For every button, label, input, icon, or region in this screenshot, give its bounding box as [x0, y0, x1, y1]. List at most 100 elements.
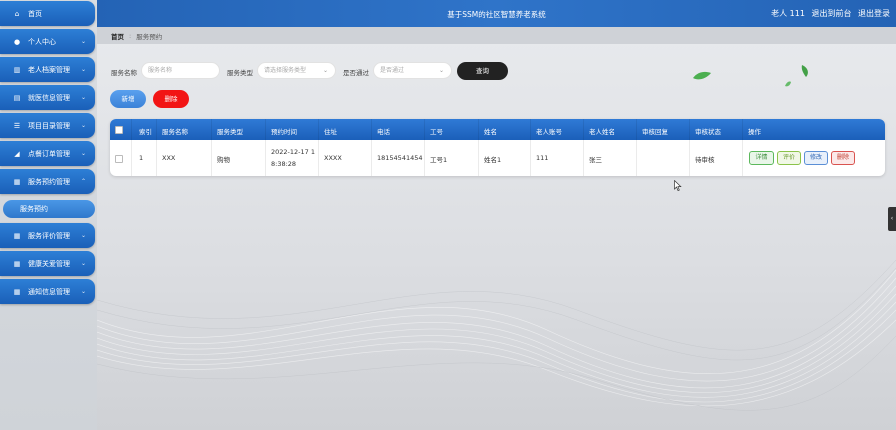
breadcrumb: 首页 : 服务预约 [97, 27, 896, 44]
sidebar-item-project-catalog[interactable]: ☰ 项目目录管理 ⌄ [0, 113, 95, 138]
grid-icon: ▦ [13, 177, 21, 186]
sidebar-item-notifications[interactable]: ▦ 通知信息管理 ⌄ [0, 279, 95, 304]
detail-button[interactable]: 详情 [749, 151, 774, 165]
chevron-down-icon: ⌄ [80, 232, 86, 239]
leaf-icon [801, 65, 808, 77]
cell-index: 1 [139, 154, 144, 162]
grid-icon: ▦ [13, 259, 21, 268]
add-button[interactable]: 新增 [110, 90, 146, 108]
chevron-down-icon: ⌄ [80, 288, 86, 295]
cell-staff-name: 姓名1 [484, 156, 502, 164]
column-divider [636, 119, 637, 176]
leaf-icon [785, 81, 791, 87]
chevron-up-icon: ⌃ [80, 178, 86, 185]
service-name-placeholder: 服务名称 [148, 67, 173, 74]
sidebar-item-health-care[interactable]: ▦ 健康关爱管理 ⌄ [0, 251, 95, 276]
cell-elder-account: 111 [536, 154, 549, 162]
search-button[interactable]: 查询 [457, 62, 508, 80]
sidebar-item-meal-orders[interactable]: ◢ 点餐订单管理 ⌄ [0, 141, 95, 166]
service-type-placeholder: 请选择服务类型 [264, 67, 307, 74]
is-approved-placeholder: 是否通过 [380, 67, 405, 74]
select-all-checkbox[interactable] [115, 126, 123, 134]
cell-staff-no: 工号1 [430, 156, 448, 164]
column-header: 索引 [139, 128, 152, 136]
grid-icon: ▦ [13, 231, 21, 240]
chevron-down-icon: ⌄ [322, 67, 328, 74]
column-divider [131, 119, 132, 176]
column-divider [318, 119, 319, 176]
breadcrumb-home[interactable]: 首页 [111, 31, 124, 41]
cell-service-name: XXX [162, 154, 176, 162]
sidebar-item-elder-records[interactable]: ▥ 老人档案管理 ⌄ [0, 57, 95, 82]
chevron-down-icon: ⌄ [438, 67, 444, 74]
leaf-icon [693, 71, 711, 80]
edit-button[interactable]: 修改 [804, 151, 828, 165]
clipboard-icon: ▤ [13, 93, 21, 102]
bar-chart-icon: ▥ [13, 65, 21, 74]
home-icon: ⌂ [14, 9, 20, 18]
cell-status: 待审核 [695, 156, 715, 164]
breadcrumb-separator: : [129, 31, 132, 40]
sidebar-item-label: 首页 [28, 9, 42, 18]
service-name-input[interactable]: 服务名称 [141, 62, 220, 79]
sidebar-item-service-booking[interactable]: ▦ 服务预约管理 ⌃ [0, 169, 95, 194]
current-user: 老人 111 [771, 9, 805, 18]
column-header: 预约时间 [271, 128, 297, 136]
sidebar-item-label: 点餐订单管理 [28, 149, 70, 158]
service-type-select[interactable]: 请选择服务类型 ⌄ [257, 62, 336, 79]
sidebar: ⌂ 首页 ● 个人中心 ⌄ ▥ 老人档案管理 ⌄ ▤ 就医信息管理 ⌄ ☰ 项目… [0, 0, 97, 430]
grid-icon: ▦ [13, 287, 21, 296]
row-delete-button[interactable]: 删除 [831, 151, 855, 165]
column-header: 服务类型 [217, 128, 243, 136]
column-header: 审核回复 [642, 128, 668, 136]
top-bar: 基于SSM的社区智慧养老系统 老人 111 退出到前台 退出登录 [97, 0, 896, 27]
service-type-label: 服务类型 [227, 69, 253, 77]
back-to-frontend-link[interactable]: 退出到前台 [811, 9, 851, 18]
area-chart-icon: ◢ [14, 149, 20, 158]
column-header: 老人姓名 [589, 128, 615, 136]
sidebar-item-label: 健康关爱管理 [28, 259, 70, 268]
sidebar-item-label: 通知信息管理 [28, 287, 70, 296]
column-header: 操作 [748, 128, 761, 136]
column-header: 住址 [324, 128, 337, 136]
column-divider [424, 119, 425, 176]
chevron-down-icon: ⌄ [80, 150, 86, 157]
row-checkbox[interactable] [115, 155, 123, 163]
is-approved-select[interactable]: 是否通过 ⌄ [373, 62, 452, 79]
background-wave-decoration [97, 259, 896, 411]
cell-time-clock: 8:38:28 [271, 160, 297, 168]
list-icon: ☰ [13, 121, 21, 130]
column-divider [211, 119, 212, 176]
collapse-handle-icon[interactable]: ‹ [888, 207, 896, 231]
column-divider [583, 119, 584, 176]
sidebar-item-home[interactable]: ⌂ 首页 [0, 1, 95, 26]
column-header: 姓名 [484, 128, 497, 136]
chevron-down-icon: ⌄ [80, 94, 86, 101]
column-header: 服务名称 [162, 128, 188, 136]
column-divider [478, 119, 479, 176]
review-button[interactable]: 评价 [777, 151, 801, 165]
bulk-delete-button[interactable]: 删除 [153, 90, 189, 108]
column-divider [530, 119, 531, 176]
sidebar-item-label: 就医信息管理 [28, 93, 70, 102]
logout-link[interactable]: 退出登录 [858, 9, 890, 18]
column-divider [156, 119, 157, 176]
column-header: 电话 [377, 128, 390, 136]
cell-address: XXXX [324, 154, 342, 162]
chevron-down-icon: ⌄ [80, 122, 86, 129]
chevron-down-icon: ⌄ [80, 260, 86, 267]
sidebar-item-label: 服务预约管理 [28, 177, 70, 186]
sidebar-item-medical-info[interactable]: ▤ 就医信息管理 ⌄ [0, 85, 95, 110]
booking-table: 索引 服务名称 服务类型 预约时间 住址 电话 工号 姓名 老人账号 老人姓名 … [110, 119, 885, 176]
sidebar-item-personal-center[interactable]: ● 个人中心 ⌄ [0, 29, 95, 54]
sidebar-subitem-label: 服务预约 [20, 205, 48, 213]
cell-service-type: 购物 [217, 156, 230, 164]
is-approved-label: 是否通过 [343, 69, 369, 77]
column-divider [742, 119, 743, 176]
sidebar-item-label: 老人档案管理 [28, 65, 70, 74]
column-divider [265, 119, 266, 176]
column-divider [371, 119, 372, 176]
sidebar-subitem-service-booking[interactable]: 服务预约 [3, 200, 95, 218]
sidebar-item-service-reviews[interactable]: ▦ 服务评价管理 ⌄ [0, 223, 95, 248]
sidebar-item-label: 项目目录管理 [28, 121, 70, 130]
